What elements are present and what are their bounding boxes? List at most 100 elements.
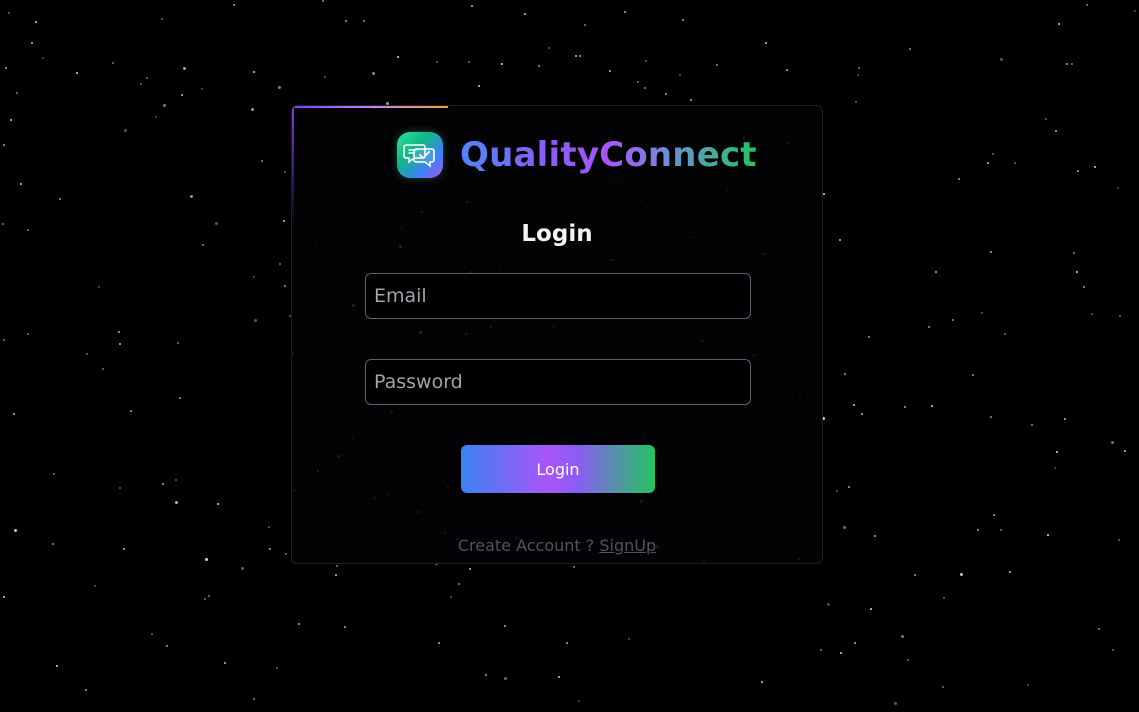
star [579, 55, 581, 57]
star [665, 93, 667, 95]
star [175, 501, 178, 504]
star [215, 222, 218, 225]
star [848, 486, 850, 488]
star [952, 319, 954, 321]
star [94, 585, 96, 587]
brand-header: QualityConnect [397, 131, 757, 179]
star [1045, 118, 1047, 120]
star [1077, 170, 1079, 172]
star [854, 642, 856, 644]
star [928, 326, 930, 328]
star [645, 60, 647, 62]
star [836, 490, 838, 492]
star [904, 406, 906, 408]
star [254, 319, 257, 322]
star [575, 55, 577, 57]
star [1073, 252, 1075, 254]
star [679, 74, 681, 76]
star [977, 529, 979, 531]
star [987, 162, 989, 164]
star [682, 19, 684, 21]
star [1124, 450, 1126, 452]
star [1086, 4, 1088, 6]
star [59, 198, 61, 200]
star [943, 597, 945, 599]
star [276, 667, 278, 669]
star [972, 374, 974, 376]
star [438, 642, 440, 644]
star [5, 67, 7, 69]
star [868, 336, 870, 338]
star [123, 548, 125, 550]
star [1014, 162, 1016, 164]
create-account-text: Create Account ? [457, 536, 595, 555]
star [42, 57, 44, 59]
star [981, 312, 983, 314]
star [208, 595, 210, 597]
star [118, 331, 120, 333]
password-field[interactable] [365, 359, 751, 405]
form-title: Login [521, 221, 593, 247]
star [163, 104, 166, 107]
star [827, 603, 830, 606]
star [1117, 187, 1119, 189]
star [13, 413, 15, 415]
star [253, 698, 255, 700]
star [1094, 166, 1096, 168]
star [558, 676, 560, 678]
star [284, 285, 286, 287]
star [76, 72, 78, 74]
star [124, 129, 127, 132]
star [241, 567, 244, 570]
star [268, 526, 270, 528]
star [931, 405, 933, 407]
star [56, 665, 58, 667]
email-field[interactable] [365, 273, 751, 319]
star [471, 5, 473, 7]
star [690, 99, 692, 101]
star [322, 0, 324, 2]
login-page: QualityConnect Login Login Create Accoun… [0, 0, 1139, 712]
star [990, 251, 992, 253]
star [914, 574, 916, 576]
star [1076, 271, 1078, 273]
star [624, 11, 626, 13]
star [935, 271, 937, 273]
star [130, 410, 132, 412]
star [1111, 441, 1114, 444]
login-card: QualityConnect Login Login Create Accoun… [291, 105, 823, 564]
star [637, 81, 639, 83]
star [345, 20, 347, 22]
star [450, 596, 452, 598]
star [468, 61, 470, 63]
star [909, 48, 911, 50]
star [894, 702, 897, 705]
star [181, 94, 183, 96]
star [204, 598, 206, 600]
star [478, 85, 480, 87]
star [162, 483, 164, 485]
star [324, 76, 326, 78]
star [151, 633, 153, 635]
star [1066, 63, 1068, 65]
star [823, 193, 825, 195]
star [538, 65, 540, 67]
star [335, 574, 337, 576]
star [102, 368, 104, 370]
star [1071, 63, 1073, 65]
star [278, 86, 281, 89]
star [283, 220, 285, 222]
star [201, 88, 203, 90]
login-button[interactable]: Login [461, 445, 655, 493]
star [844, 373, 846, 375]
star [175, 479, 177, 481]
star [202, 244, 204, 246]
star [3, 144, 5, 146]
star [155, 116, 157, 118]
star [1098, 628, 1100, 630]
star [98, 286, 100, 288]
signup-link[interactable]: SignUp [599, 536, 656, 555]
star [857, 74, 859, 76]
star [765, 42, 767, 44]
star [119, 343, 121, 345]
